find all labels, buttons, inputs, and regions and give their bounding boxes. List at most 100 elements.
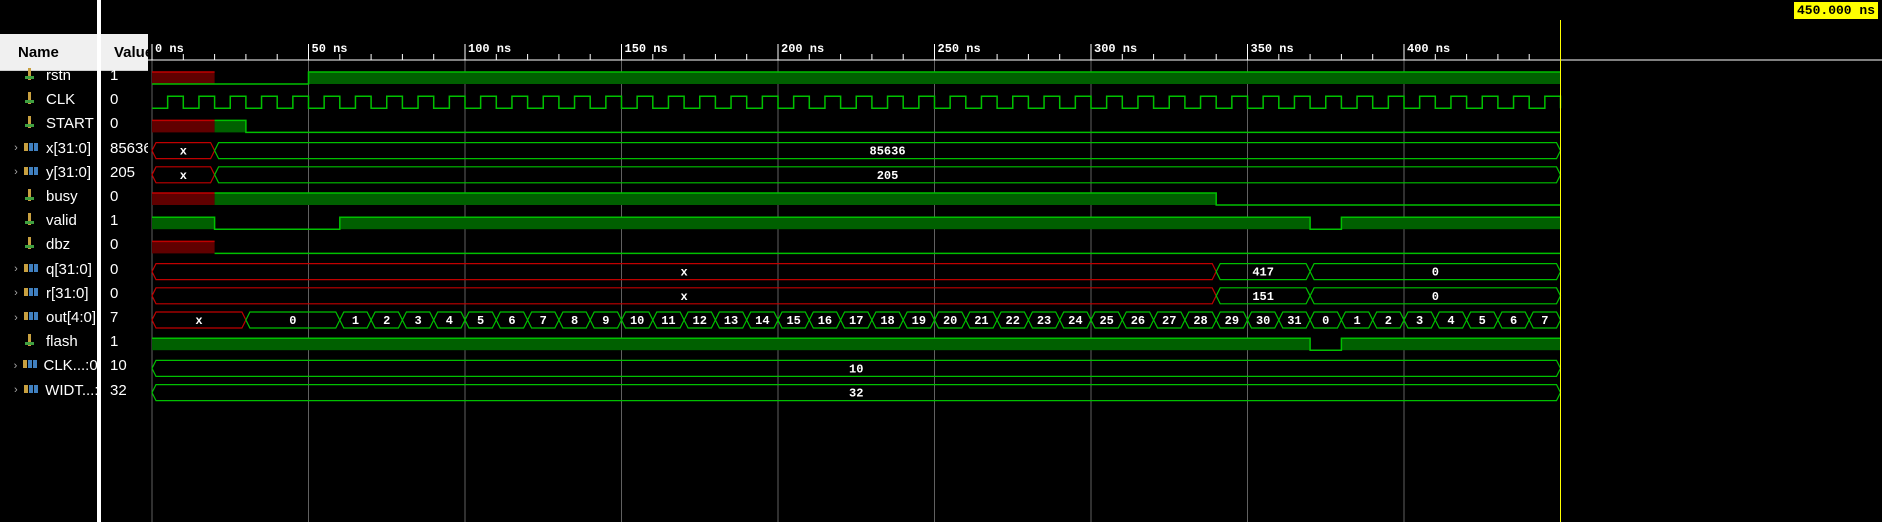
expand-chevron-icon[interactable]: › <box>10 287 22 299</box>
high-fill <box>152 217 215 230</box>
bus-value-label: 15 <box>786 314 800 328</box>
signal-name: y[31:0] <box>46 163 92 181</box>
x-fill <box>152 193 215 205</box>
bus-value-label: 24 <box>1068 314 1082 328</box>
bit-signal-icon <box>24 212 42 230</box>
signal-name: x[31:0] <box>46 139 92 157</box>
signal-name: q[31:0] <box>46 260 92 278</box>
bus-value-label: 21 <box>974 314 988 328</box>
bus-value-label: 0 <box>1322 314 1329 328</box>
high-fill <box>1341 217 1561 230</box>
bus-value-label: 0 <box>289 314 296 328</box>
bit-signal-icon <box>24 115 42 133</box>
bus-value-label: 7 <box>540 314 547 328</box>
bit-signal-icon <box>24 236 42 254</box>
bus-value-label: x <box>680 266 687 280</box>
bus-value-label: 417 <box>1252 266 1274 280</box>
bus-value-label: 22 <box>1006 314 1020 328</box>
bus-value-label: 16 <box>818 314 832 328</box>
bus-value-label: 4 <box>1447 314 1454 328</box>
signal-name: rstn <box>46 67 72 84</box>
clk-waveform <box>152 95 1562 109</box>
bus-value-label: 18 <box>880 314 894 328</box>
bus-value-label: 5 <box>1479 314 1486 328</box>
bus-value-label: 3 <box>414 314 421 328</box>
high-fill <box>1341 338 1561 351</box>
high-fill <box>214 193 1217 205</box>
high-fill <box>339 217 1311 230</box>
bus-value-label: 2 <box>1385 314 1392 328</box>
bus-value-label: 20 <box>943 314 957 328</box>
bus-value-label: x <box>680 290 687 304</box>
bus-value-label: 32 <box>849 387 863 401</box>
signal-name: dbz <box>46 236 71 254</box>
signal-name: CLK <box>46 91 76 109</box>
bus-value-label: 25 <box>1099 314 1113 328</box>
bit-signal-icon <box>24 91 42 109</box>
expand-chevron-icon[interactable]: › <box>10 263 22 275</box>
bus-value-label: 27 <box>1162 314 1176 328</box>
x-fill <box>152 120 215 133</box>
bus-value-label: 26 <box>1131 314 1145 328</box>
bus-value-label: 31 <box>1287 314 1301 328</box>
waveform-canvas[interactable]: x 85636x 205x 417 0x 151 0x 0 1 2 3 4 5 6 7 8 9 10 11 12 13 1… <box>148 0 1882 522</box>
bus-value-label: 10 <box>849 362 863 376</box>
bus-signal-icon <box>23 382 42 399</box>
bus-value-label: 4 <box>446 314 453 328</box>
x-fill <box>152 72 215 84</box>
expand-chevron-icon[interactable]: › <box>10 312 22 324</box>
bus-value-label: 6 <box>508 314 515 328</box>
bus-value-label: 9 <box>602 314 609 328</box>
bus-value-label: 17 <box>849 314 863 328</box>
column-divider[interactable] <box>97 0 101 522</box>
bus-value-label: 3 <box>1416 314 1423 328</box>
expand-chevron-icon[interactable]: › <box>10 166 22 178</box>
expand-chevron-icon[interactable]: › <box>10 384 22 396</box>
bus-signal-icon <box>24 140 42 157</box>
x-fill <box>152 241 215 254</box>
signal-name: START <box>46 115 94 133</box>
high-fill <box>308 72 1561 84</box>
bit-signal-icon <box>24 67 42 85</box>
bus-value-label: 1 <box>352 314 359 328</box>
bus-signal-icon <box>23 357 40 374</box>
signal-value: 32 <box>110 381 127 399</box>
name-column-header[interactable]: Name <box>18 44 59 61</box>
bus-value-label: 23 <box>1037 314 1051 328</box>
bus-value-label: 85636 <box>870 145 906 159</box>
bus-value-label: 2 <box>383 314 390 328</box>
signal-name: out[4:0] <box>46 309 97 326</box>
names-top-blank <box>0 0 97 34</box>
bus-signal-icon <box>24 285 42 302</box>
signal-name: CLK...:0] <box>43 357 98 375</box>
signal-name: flash <box>46 333 78 351</box>
expand-chevron-icon[interactable]: › <box>10 142 22 154</box>
bus-value-label: x <box>180 145 187 159</box>
high-fill <box>214 120 246 133</box>
bus-value-label: 0 <box>1432 290 1439 304</box>
bus-value-label: 6 <box>1510 314 1517 328</box>
signal-name: busy <box>46 188 78 205</box>
waveform-area[interactable]: 450.000 ns 0 ns 50 ns 100 ns 150 ns 200 ns 25… <box>148 0 1882 522</box>
bus-value-label: 28 <box>1193 314 1207 328</box>
bus-value-label: x <box>195 314 202 328</box>
bus-value-label: 10 <box>630 314 644 328</box>
bus-value-label: 11 <box>661 314 675 328</box>
bus-value-label: 19 <box>912 314 926 328</box>
bus-signal-icon <box>24 164 42 181</box>
bus-value-label: 0 <box>1432 266 1439 280</box>
bus-value-label: 5 <box>477 314 484 328</box>
signal-name: valid <box>46 212 77 230</box>
expand-chevron-icon[interactable]: › <box>10 360 21 372</box>
signal-row-widt[interactable]: › WIDT...: <box>0 376 97 405</box>
bus-value-label: 1 <box>1353 314 1360 328</box>
bit-signal-icon <box>24 333 42 351</box>
bus-value-label: x <box>180 169 187 183</box>
signal-name: r[31:0] <box>46 284 89 302</box>
bus-signal-icon <box>24 261 42 278</box>
high-fill <box>152 338 1311 351</box>
bus-value-label: 14 <box>755 314 769 328</box>
bit-waveform <box>214 119 1561 134</box>
bus-value-label: 7 <box>1541 314 1548 328</box>
bus-signal-icon <box>24 309 42 326</box>
